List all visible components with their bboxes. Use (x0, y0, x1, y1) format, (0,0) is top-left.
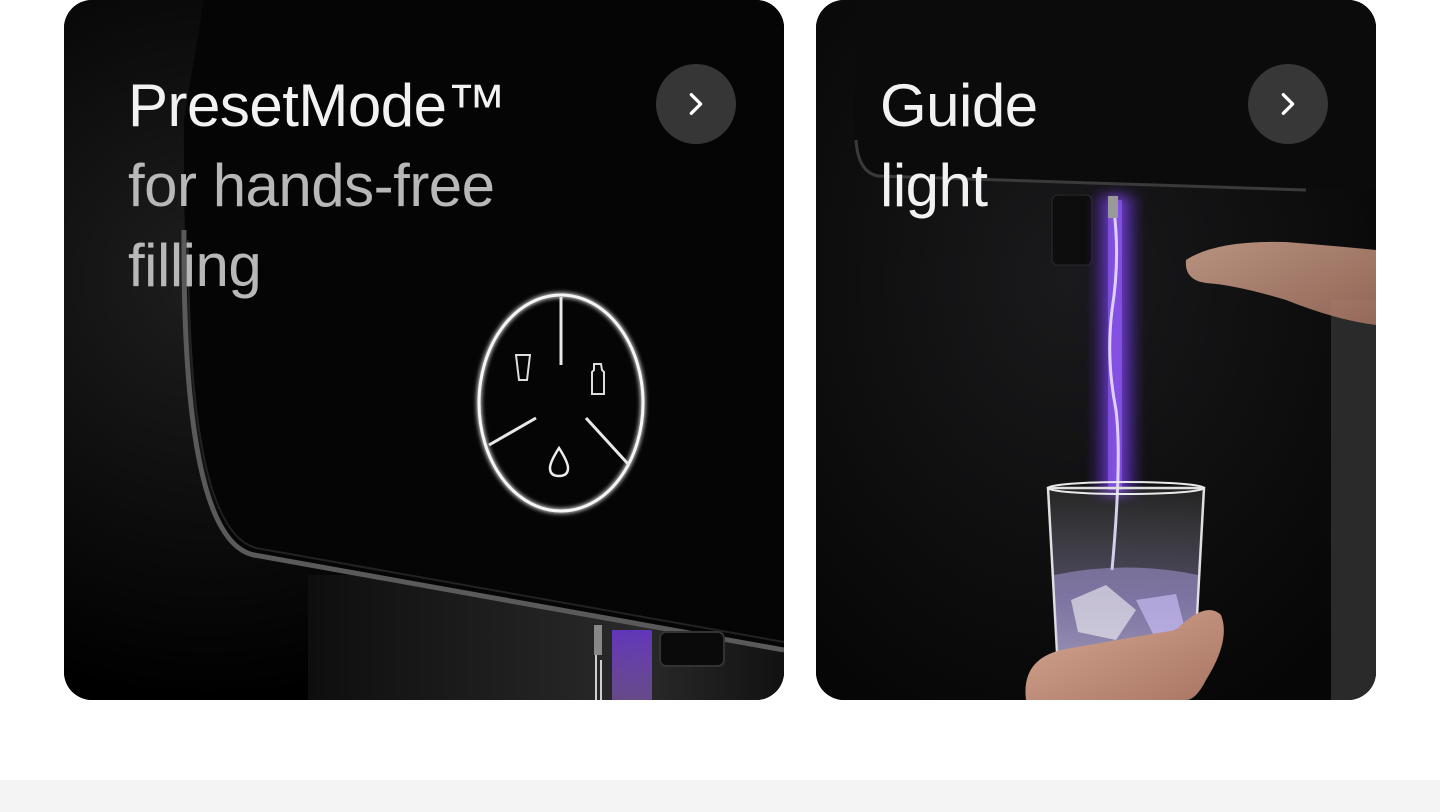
page: PresetMode™ for hands-free filling Guide… (0, 0, 1440, 812)
guide-light-title: Guide light (880, 66, 1038, 226)
presetmode-title-line-1: PresetMode™ (128, 72, 507, 139)
feature-card-presetmode[interactable]: PresetMode™ for hands-free filling (64, 0, 784, 700)
presetmode-title: PresetMode™ for hands-free filling (128, 66, 507, 306)
guide-light-title-line-1: Guide (880, 72, 1038, 139)
guide-light-open-button[interactable] (1248, 64, 1328, 144)
feature-card-guide-light[interactable]: Guide light (816, 0, 1376, 700)
chevron-right-icon (689, 93, 703, 115)
next-section-band (0, 780, 1440, 812)
presetmode-title-line-3: filling (128, 232, 262, 299)
presetmode-open-button[interactable] (656, 64, 736, 144)
presetmode-title-line-2: for hands-free (128, 152, 495, 219)
chevron-right-icon (1281, 93, 1295, 115)
guide-light-title-line-2: light (880, 152, 988, 219)
